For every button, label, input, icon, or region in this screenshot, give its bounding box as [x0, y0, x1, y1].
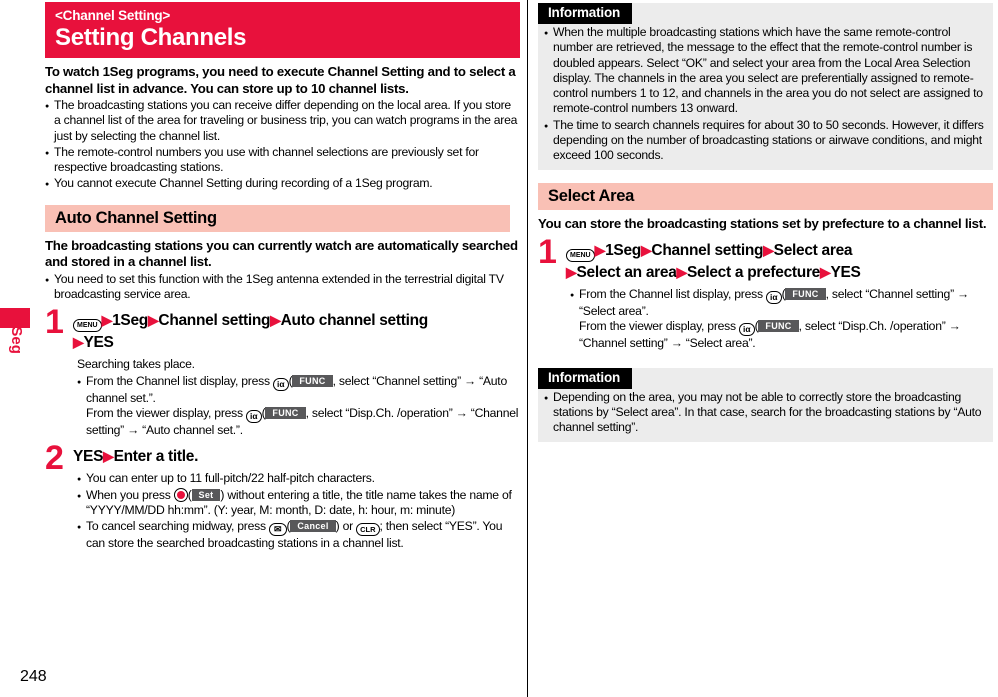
arrow-icon: ▶	[640, 242, 652, 259]
section-header-auto-channel-setting: Auto Channel Setting	[45, 204, 510, 232]
step-part: YES	[830, 264, 861, 282]
center-key-icon	[173, 487, 188, 502]
left-column: <Channel Setting> Setting Channels To wa…	[45, 0, 520, 551]
intro-lead: To watch 1Seg programs, you need to exec…	[45, 64, 516, 96]
mail-key-icon: ✉	[268, 523, 287, 537]
step-part: Channel setting	[651, 242, 764, 260]
step-part: Channel setting	[158, 312, 271, 330]
intro-bullets: The broadcasting stations you can receiv…	[45, 98, 520, 194]
step-subnote: From the viewer display, press iα(FUNC, …	[86, 405, 519, 437]
arrow-icon: ▶	[103, 448, 114, 465]
information-title: Information	[538, 367, 633, 389]
step-subnote: From the viewer display, press iα(FUNC, …	[579, 319, 961, 351]
step-part: Select a prefecture	[687, 264, 821, 282]
step-part: YES	[73, 448, 104, 466]
list-item: The broadcasting stations you can receiv…	[45, 98, 520, 144]
step-part: Select area	[773, 242, 853, 260]
list-item: From the Channel list display, press iα(…	[77, 374, 520, 439]
step-part: 1Seg	[112, 312, 148, 330]
i-alpha-key-icon: iα	[246, 409, 262, 423]
clr-key-icon: CLR	[356, 523, 380, 537]
list-item: The time to search channels requires for…	[544, 118, 987, 164]
arrow-icon: ▶	[820, 264, 831, 281]
list-item: To cancel searching midway, press ✉(Canc…	[77, 519, 520, 551]
i-alpha-key-icon: iα	[739, 323, 755, 337]
auto-channel-bullets: You need to set this function with the 1…	[45, 272, 520, 303]
side-tab: 1Seg	[0, 0, 30, 697]
arrow-icon: ▶	[676, 264, 688, 281]
step-2-enter-title: 2 YES▶Enter a title. You can enter up to…	[45, 441, 520, 551]
text-before-key: From the viewer display, press	[579, 319, 739, 334]
list-item: The remote-control numbers you use with …	[45, 145, 520, 176]
right-column: Information When the multiple broadcasti…	[538, 0, 993, 442]
func-softkey: FUNC	[785, 288, 826, 301]
text-before-key: When you press	[86, 487, 174, 502]
step-body: From the Channel list display, press iα(…	[566, 287, 993, 352]
step-note: Searching takes place.	[77, 357, 195, 372]
page-number: 248	[20, 668, 47, 685]
text-before-key: From the Channel list display, press	[579, 287, 766, 302]
arrow-icon: ▶	[594, 242, 606, 259]
select-area-lead: You can store the broadcasting stations …	[538, 215, 987, 231]
information-box-top: Information When the multiple broadcasti…	[538, 3, 993, 170]
auto-channel-lead: The broadcasting stations you can curren…	[45, 237, 518, 270]
section-header-select-area: Select Area	[538, 182, 993, 210]
arrow-icon: ▶	[270, 312, 281, 329]
set-softkey: Set	[191, 488, 221, 501]
step-heading: MENU ▶1Seg▶Channel setting▶Select area ▶S…	[566, 240, 993, 283]
arrow-icon: ▶	[566, 264, 577, 281]
list-item: You can enter up to 11 full-pitch/22 hal…	[77, 471, 520, 488]
arrow-icon: ▶	[147, 312, 159, 329]
step-heading: MENU ▶1Seg▶Channel setting▶Auto channel s…	[73, 310, 520, 353]
list-item: You need to set this function with the 1…	[45, 272, 520, 303]
func-softkey: FUNC	[758, 320, 799, 333]
step-heading-line2: ▶YES	[73, 332, 520, 353]
menu-key-icon: MENU	[73, 319, 102, 333]
step-heading-line2: ▶Select an area▶Select a prefecture▶YES	[566, 262, 993, 283]
list-item: You cannot execute Channel Setting durin…	[45, 176, 520, 193]
information-box-bottom: Information Depending on the area, you m…	[538, 367, 993, 442]
text-before-key: From the Channel list display, press	[86, 373, 273, 388]
page-title-banner: <Channel Setting> Setting Channels	[45, 2, 520, 58]
list-item: When the multiple broadcasting stations …	[544, 25, 987, 117]
arrow-icon: ▶	[73, 334, 84, 351]
step-body: Searching takes place. From the Channel …	[73, 357, 520, 438]
step-1-auto-channel: 1 MENU ▶1Seg▶Channel setting▶Auto channel…	[45, 305, 520, 438]
step-body: You can enter up to 11 full-pitch/22 hal…	[73, 471, 520, 551]
step-heading: YES▶Enter a title.	[73, 446, 520, 467]
step-number: 1	[45, 303, 64, 342]
func-softkey: FUNC	[292, 374, 333, 387]
list-item: Depending on the area, you may not be ab…	[544, 390, 987, 436]
page-title: Setting Channels	[55, 24, 247, 51]
i-alpha-key-icon: iα	[765, 291, 782, 305]
list-item: From the Channel list display, press iα(…	[570, 287, 993, 352]
menu-key-icon: MENU	[566, 249, 595, 263]
text-before-key: From the viewer display, press	[86, 405, 246, 420]
step-part: Select an area	[576, 264, 677, 282]
step-part: 1Seg	[605, 242, 641, 260]
side-tab-label: 1Seg	[8, 318, 25, 354]
step-part: Auto channel setting	[280, 312, 429, 330]
step-1-select-area: 1 MENU ▶1Seg▶Channel setting▶Select area …	[538, 235, 993, 352]
func-softkey: FUNC	[265, 406, 306, 419]
i-alpha-key-icon: iα	[272, 377, 289, 391]
column-divider	[527, 0, 528, 697]
arrow-icon: ▶	[101, 312, 113, 329]
cancel-softkey: Cancel	[290, 520, 336, 533]
step-part: YES	[83, 334, 114, 352]
text-before-key: To cancel searching midway, press	[86, 519, 269, 534]
list-item: When you press (Set) without entering a …	[77, 487, 520, 519]
arrow-icon: ▶	[763, 242, 774, 259]
step-part: Enter a title.	[113, 448, 199, 466]
information-title: Information	[538, 3, 633, 24]
step-number: 2	[45, 439, 64, 478]
step-number: 1	[538, 233, 557, 272]
title-kicker: <Channel Setting>	[55, 8, 171, 23]
